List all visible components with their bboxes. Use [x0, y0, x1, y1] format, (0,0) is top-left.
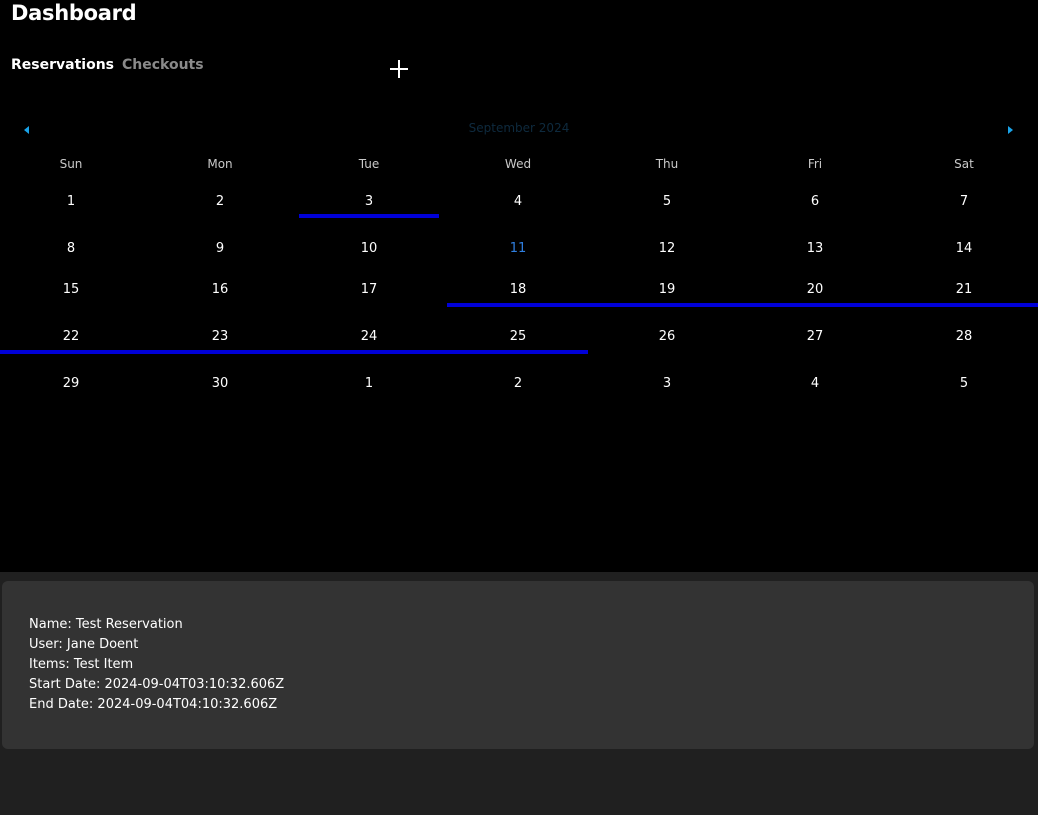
caret-right-icon	[1008, 126, 1013, 134]
calendar-day[interactable]: 19	[593, 279, 741, 301]
tab-checkouts[interactable]: Checkouts	[122, 57, 204, 73]
reservation-end-date: End Date: 2024-09-04T04:10:32.606Z	[29, 697, 278, 712]
reservation-bar[interactable]	[447, 303, 1038, 307]
calendar-day[interactable]: 17	[295, 279, 443, 301]
reservation-bar[interactable]	[0, 350, 588, 354]
calendar-day[interactable]: 15	[0, 279, 145, 301]
calendar-day[interactable]: 9	[146, 238, 294, 260]
calendar-day[interactable]: 23	[146, 326, 294, 348]
calendar-day[interactable]: 5	[593, 191, 741, 213]
calendar-day[interactable]: 14	[890, 238, 1038, 260]
calendar-day[interactable]: 21	[890, 279, 1038, 301]
calendar-day[interactable]: 2	[146, 191, 294, 213]
calendar-day[interactable]: 22	[0, 326, 145, 348]
add-reservation-button[interactable]	[388, 58, 410, 80]
calendar-day-next-month[interactable]: 5	[890, 373, 1038, 395]
calendar-header: September 2024	[0, 118, 1038, 140]
reservation-name: Name: Test Reservation	[29, 617, 183, 632]
next-month-button[interactable]	[1004, 122, 1016, 136]
weekday-label: Sat	[954, 157, 974, 171]
month-label[interactable]: September 2024	[0, 121, 1038, 135]
calendar-day-next-month[interactable]: 2	[444, 373, 592, 395]
plus-icon	[390, 60, 408, 78]
calendar-day-next-month[interactable]: 3	[593, 373, 741, 395]
calendar-day-next-month[interactable]: 1	[295, 373, 443, 395]
reservation-user: User: Jane Doent	[29, 637, 139, 652]
tab-bar: Reservations Checkouts	[11, 57, 204, 73]
calendar-day[interactable]: 1	[0, 191, 145, 213]
calendar-day[interactable]: 6	[741, 191, 889, 213]
reservation-bar[interactable]	[299, 214, 439, 218]
weekday-label: Thu	[655, 157, 679, 171]
calendar-day[interactable]: 4	[444, 191, 592, 213]
weekday-label: Sun	[59, 157, 83, 171]
calendar-day[interactable]: 24	[295, 326, 443, 348]
page-title: Dashboard	[11, 1, 137, 25]
calendar-day[interactable]: 7	[890, 191, 1038, 213]
calendar-day[interactable]: 26	[593, 326, 741, 348]
reservation-items: Items: Test Item	[29, 657, 134, 672]
calendar-day[interactable]: 16	[146, 279, 294, 301]
calendar-day-next-month[interactable]: 4	[741, 373, 889, 395]
weekday-label: Fri	[807, 157, 823, 171]
calendar-day[interactable]: 10	[295, 238, 443, 260]
calendar-day[interactable]: 13	[741, 238, 889, 260]
weekday-label: Tue	[358, 157, 380, 171]
calendar-day[interactable]: 25	[444, 326, 592, 348]
weekday-label: Wed	[504, 157, 532, 171]
calendar-day[interactable]: 20	[741, 279, 889, 301]
calendar-day[interactable]: 3	[295, 191, 443, 213]
calendar-day[interactable]: 29	[0, 373, 145, 395]
reservation-details-card: Name: Test Reservation User: Jane Doent …	[2, 581, 1034, 749]
calendar-day[interactable]: 30	[146, 373, 294, 395]
calendar-day-today[interactable]: 11	[444, 238, 592, 260]
weekday-label: Mon	[207, 157, 233, 171]
calendar-day[interactable]: 18	[444, 279, 592, 301]
weekday-header: Sun Mon Tue Wed Thu Fri Sat	[0, 157, 1038, 175]
calendar-day[interactable]: 12	[593, 238, 741, 260]
tab-reservations[interactable]: Reservations	[11, 57, 114, 73]
calendar-day[interactable]: 8	[0, 238, 145, 260]
calendar-day[interactable]: 28	[890, 326, 1038, 348]
calendar-day[interactable]: 27	[741, 326, 889, 348]
details-panel: Name: Test Reservation User: Jane Doent …	[0, 572, 1038, 815]
reservation-start-date: Start Date: 2024-09-04T03:10:32.606Z	[29, 677, 285, 692]
